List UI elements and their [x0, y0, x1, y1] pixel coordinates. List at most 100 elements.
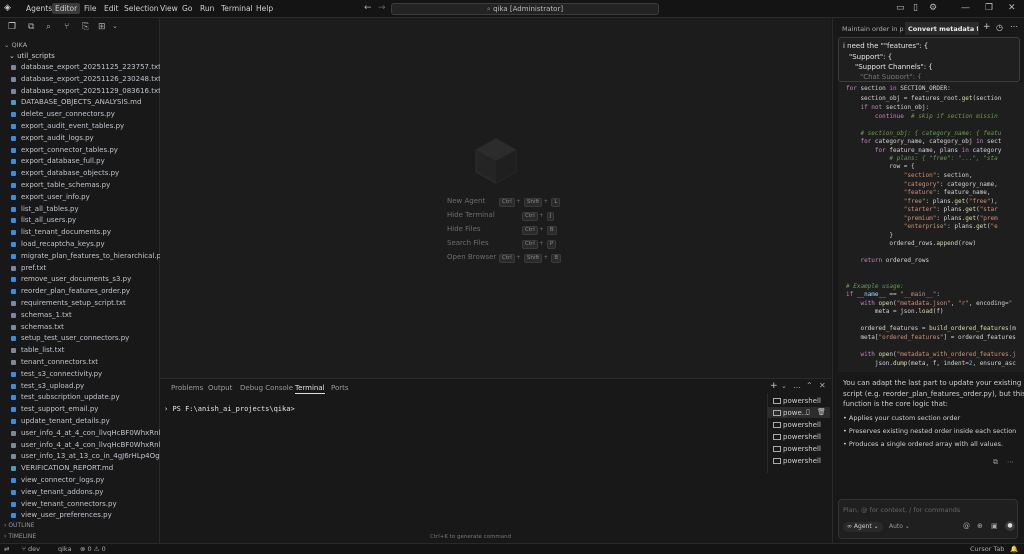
model-selector[interactable]: Auto ⌄ — [889, 523, 910, 530]
terminal-list-item[interactable]: powershell — [773, 457, 821, 465]
minimize-icon[interactable]: — — [961, 3, 970, 13]
file-item[interactable]: export_database_objects.py — [11, 168, 159, 179]
file-item[interactable]: export_database_full.py — [11, 156, 159, 167]
folder-util-scripts[interactable]: ⌄ util_scripts — [9, 52, 55, 60]
file-item[interactable]: view_tenant_connectors.py — [11, 499, 159, 510]
menu-view[interactable]: View — [160, 4, 178, 13]
file-item[interactable]: database_export_20251125_223757.txt — [11, 62, 161, 73]
branch-icon[interactable]: ⑂ — [64, 22, 69, 32]
file-item[interactable]: update_tenant_details.py — [11, 416, 159, 427]
timeline-section[interactable]: › TIMELINE — [4, 533, 36, 540]
file-item[interactable]: user_info_13_at_13_co_in_4gJ6rHLp4OgtL6.… — [11, 451, 177, 462]
menu-file[interactable]: File — [84, 4, 97, 13]
more-icon[interactable]: ⋯ — [1007, 458, 1014, 466]
file-item[interactable]: database_export_20251129_083616.txt — [11, 86, 161, 97]
menu-terminal[interactable]: Terminal — [221, 4, 253, 13]
more-icon[interactable]: ⋯ — [1010, 22, 1018, 31]
terminal-list-item[interactable]: powershell — [773, 397, 821, 405]
menu-go[interactable]: Go — [182, 4, 192, 13]
file-item[interactable]: export_audit_logs.py — [11, 133, 159, 144]
chat-input-box[interactable] — [838, 499, 1018, 539]
split-terminal-icon[interactable]: ▯ — [806, 408, 810, 416]
globe-icon[interactable]: ⊕ — [977, 522, 983, 530]
menu-edit[interactable]: Edit — [104, 4, 119, 13]
chat-tab-1[interactable]: Maintain order in p — [842, 25, 904, 33]
command-center-search[interactable]: ⌕ qika [Administrator] — [391, 3, 659, 15]
file-item[interactable]: requirements_setup_script.txt — [11, 298, 159, 309]
file-item[interactable]: table_list.txt — [11, 345, 159, 356]
explorer-icon[interactable]: ❐ — [8, 22, 16, 32]
terminal-list-item[interactable]: powe... — [773, 409, 808, 417]
agent-mode-selector[interactable]: ∞ Agent ⌄ — [843, 522, 883, 532]
file-item[interactable]: test_s3_connectivity.py — [11, 369, 159, 380]
menu-help[interactable]: Help — [256, 4, 273, 13]
panel-toggle-icon[interactable]: ▯ — [913, 3, 918, 13]
close-window-icon[interactable]: ✕ — [1008, 3, 1016, 13]
back-arrow-icon[interactable]: ← — [364, 3, 372, 13]
maximize-icon[interactable]: ❐ — [985, 3, 993, 13]
file-item[interactable]: export_table_schemas.py — [11, 180, 159, 191]
tab-output[interactable]: Output — [208, 384, 232, 392]
extensions-icon[interactable]: ⊞ — [98, 22, 106, 32]
file-item[interactable]: schemas_1.txt — [11, 310, 159, 321]
tab-terminal[interactable]: Terminal — [295, 384, 325, 394]
file-item[interactable]: user_info_4_at_4_con_llvqHcBF0WhxRnl8O..… — [11, 428, 177, 439]
file-item[interactable]: test_subscription_update.py — [11, 392, 159, 403]
collapse-panel-icon[interactable]: ⌃ — [806, 381, 813, 390]
file-item[interactable]: export_connector_tables.py — [11, 145, 159, 156]
chevron-down-icon[interactable]: ⌄ — [112, 22, 118, 30]
outline-section[interactable]: › OUTLINE — [4, 522, 34, 529]
file-item[interactable]: VERIFICATION_REPORT.md — [11, 463, 159, 474]
file-item[interactable]: database_export_20251126_230248.txt — [11, 74, 161, 85]
close-panel-icon[interactable]: ✕ — [819, 381, 826, 390]
branch-status[interactable]: ⑂ dev — [22, 545, 40, 553]
tab-ports[interactable]: Ports — [331, 384, 349, 392]
file-item[interactable]: list_all_users.py — [11, 215, 159, 226]
file-item[interactable]: export_user_info.py — [11, 192, 159, 203]
file-item[interactable]: test_support_email.py — [11, 404, 159, 415]
new-chat-plus-icon[interactable]: + — [983, 22, 991, 32]
file-item[interactable]: remove_user_documents_s3.py — [11, 274, 159, 285]
menu-editor[interactable]: Editor — [52, 3, 81, 14]
trash-icon[interactable]: 🗑 — [817, 408, 826, 416]
terminal-list-item[interactable]: powershell — [773, 421, 821, 429]
copy-icon[interactable]: ⧉ — [28, 22, 34, 32]
notifications-bell-icon[interactable]: 🔔 — [1010, 545, 1018, 553]
file-item[interactable]: reorder_plan_features_order.py — [11, 286, 159, 297]
problems-status[interactable]: ⊗ 0 ⚠ 0 — [80, 545, 106, 553]
remote-icon[interactable]: ⇄ — [4, 545, 9, 553]
chat-input-placeholder[interactable]: Plan, @ for context, / for commands — [843, 506, 960, 514]
file-item[interactable]: pref.txt — [11, 263, 159, 274]
file-item[interactable]: migrate_plan_features_to_hierarchical.py — [11, 251, 165, 262]
layout-icon[interactable]: ▭ — [896, 3, 905, 13]
file-item[interactable]: user_info_4_at_4_con_llvqHcBF0WhxRnl8O..… — [11, 440, 177, 451]
menu-run[interactable]: Run — [200, 4, 214, 13]
file-item[interactable]: test_s3_upload.py — [11, 381, 159, 392]
file-item[interactable]: export_audit_event_tables.py — [11, 121, 159, 132]
file-item[interactable]: tenant_connectors.txt — [11, 357, 159, 368]
bookmark-icon[interactable]: ⎘ — [82, 22, 89, 32]
file-item[interactable]: schemas.txt — [11, 322, 159, 333]
tab-debug-console[interactable]: Debug Console — [240, 384, 293, 392]
tab-problems[interactable]: Problems — [171, 384, 203, 392]
terminal-list-item[interactable]: powershell — [773, 433, 821, 441]
file-item[interactable]: DATABASE_OBJECTS_ANALYSIS.md — [11, 97, 159, 108]
more-icon[interactable]: … — [793, 381, 801, 390]
file-item[interactable]: view_tenant_addons.py — [11, 487, 159, 498]
file-item[interactable]: list_tenant_documents.py — [11, 227, 159, 238]
at-mention-icon[interactable]: @ — [963, 522, 970, 530]
search-sidebar-icon[interactable]: ⌕ — [46, 22, 51, 32]
microphone-icon[interactable]: ● — [1005, 521, 1015, 531]
file-item[interactable]: setup_test_user_connectors.py — [11, 333, 159, 344]
image-icon[interactable]: ▣ — [991, 522, 998, 530]
new-terminal-plus-icon[interactable]: + — [770, 381, 778, 391]
file-item[interactable]: delete_user_connectors.py — [11, 109, 159, 120]
menu-agents[interactable]: Agents — [26, 4, 52, 13]
explorer-root[interactable]: ⌄ QIKA — [4, 41, 27, 49]
copy-icon[interactable]: ⧉ — [993, 458, 998, 467]
forward-arrow-icon[interactable]: → — [378, 3, 386, 13]
file-item[interactable]: view_user_preferences.py — [11, 510, 159, 521]
file-item[interactable]: load_recaptcha_keys.py — [11, 239, 159, 250]
chevron-down-icon[interactable]: ⌄ — [781, 382, 787, 390]
cursor-tab-status[interactable]: Cursor Tab — [970, 545, 1004, 553]
